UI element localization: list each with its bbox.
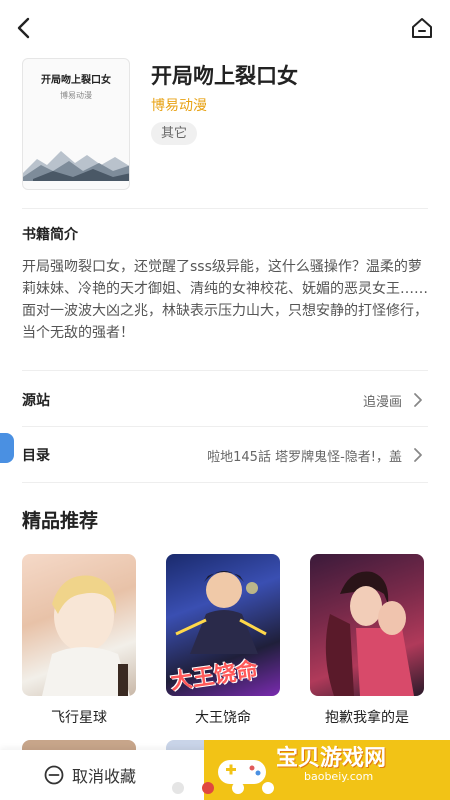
chevron-left-icon: [17, 17, 30, 39]
divider: [22, 208, 428, 209]
chevron-right-icon: [414, 393, 422, 407]
comic-cover-image: 大王饶命: [166, 554, 280, 696]
book-title: 开局吻上裂口女: [151, 64, 298, 88]
page-dot-active: [202, 782, 214, 794]
page-dot: [262, 782, 274, 794]
minus-circle-icon: [44, 765, 64, 785]
cancel-favorite-button[interactable]: 取消收藏: [44, 762, 136, 788]
page-dot: [232, 782, 244, 794]
card-title: 抱歉我拿的是: [325, 710, 409, 726]
source-value: 追漫画: [362, 395, 402, 410]
divider: [22, 370, 428, 371]
intro-heading: 书籍简介: [22, 227, 78, 243]
recommend-card[interactable]: 抱歉我拿的是: [310, 554, 424, 727]
catalog-value: 啦地145話 塔罗牌鬼怪-隐者!，盖: [207, 450, 402, 465]
floating-side-tab[interactable]: [0, 433, 14, 463]
category-tag[interactable]: 其它: [151, 122, 198, 145]
divider: [22, 426, 428, 427]
intro-text: 开局强吻裂口女，还觉醒了sss级异能，这什么骚操作？温柔的萝莉妹妹、冷艳的天才御…: [22, 259, 428, 341]
recommend-card[interactable]: 飞行星球: [22, 554, 136, 727]
chevron-right-icon: [414, 448, 422, 462]
mountain-illustration: [23, 151, 129, 181]
catalog-label: 目录: [22, 448, 50, 464]
home-button[interactable]: [408, 14, 436, 42]
catalog-row[interactable]: 目录 啦地145話 塔罗牌鬼怪-隐者!，盖: [0, 431, 450, 479]
cancel-favorite-label: 取消收藏: [72, 767, 137, 786]
card-title: 大王饶命: [195, 710, 251, 726]
back-button[interactable]: [10, 14, 38, 42]
recommend-card[interactable]: 大王饶命 大王饶命: [166, 554, 280, 727]
page-indicator: [172, 782, 292, 794]
comic-cover-image: [310, 554, 424, 696]
divider: [22, 482, 428, 483]
home-icon: [412, 18, 432, 38]
top-bar: [0, 0, 450, 56]
book-author[interactable]: 博易动漫: [151, 95, 207, 115]
watermark-url: baobeiy.com: [304, 770, 374, 783]
recommend-heading: 精品推荐: [22, 510, 99, 532]
comic-cover-art: [325, 571, 414, 696]
comic-cover-image: [22, 554, 136, 696]
cover-author: 博易动漫: [60, 91, 92, 100]
comic-cover-art: [42, 575, 130, 696]
source-label: 源站: [22, 393, 50, 409]
source-row[interactable]: 源站 追漫画: [0, 376, 450, 424]
card-title: 飞行星球: [51, 710, 107, 726]
book-cover: 开局吻上裂口女 博易动漫: [22, 58, 130, 190]
cover-title: 开局吻上裂口女: [41, 75, 111, 86]
watermark-text: 宝贝游戏网: [276, 746, 387, 771]
page-dot: [172, 782, 184, 794]
